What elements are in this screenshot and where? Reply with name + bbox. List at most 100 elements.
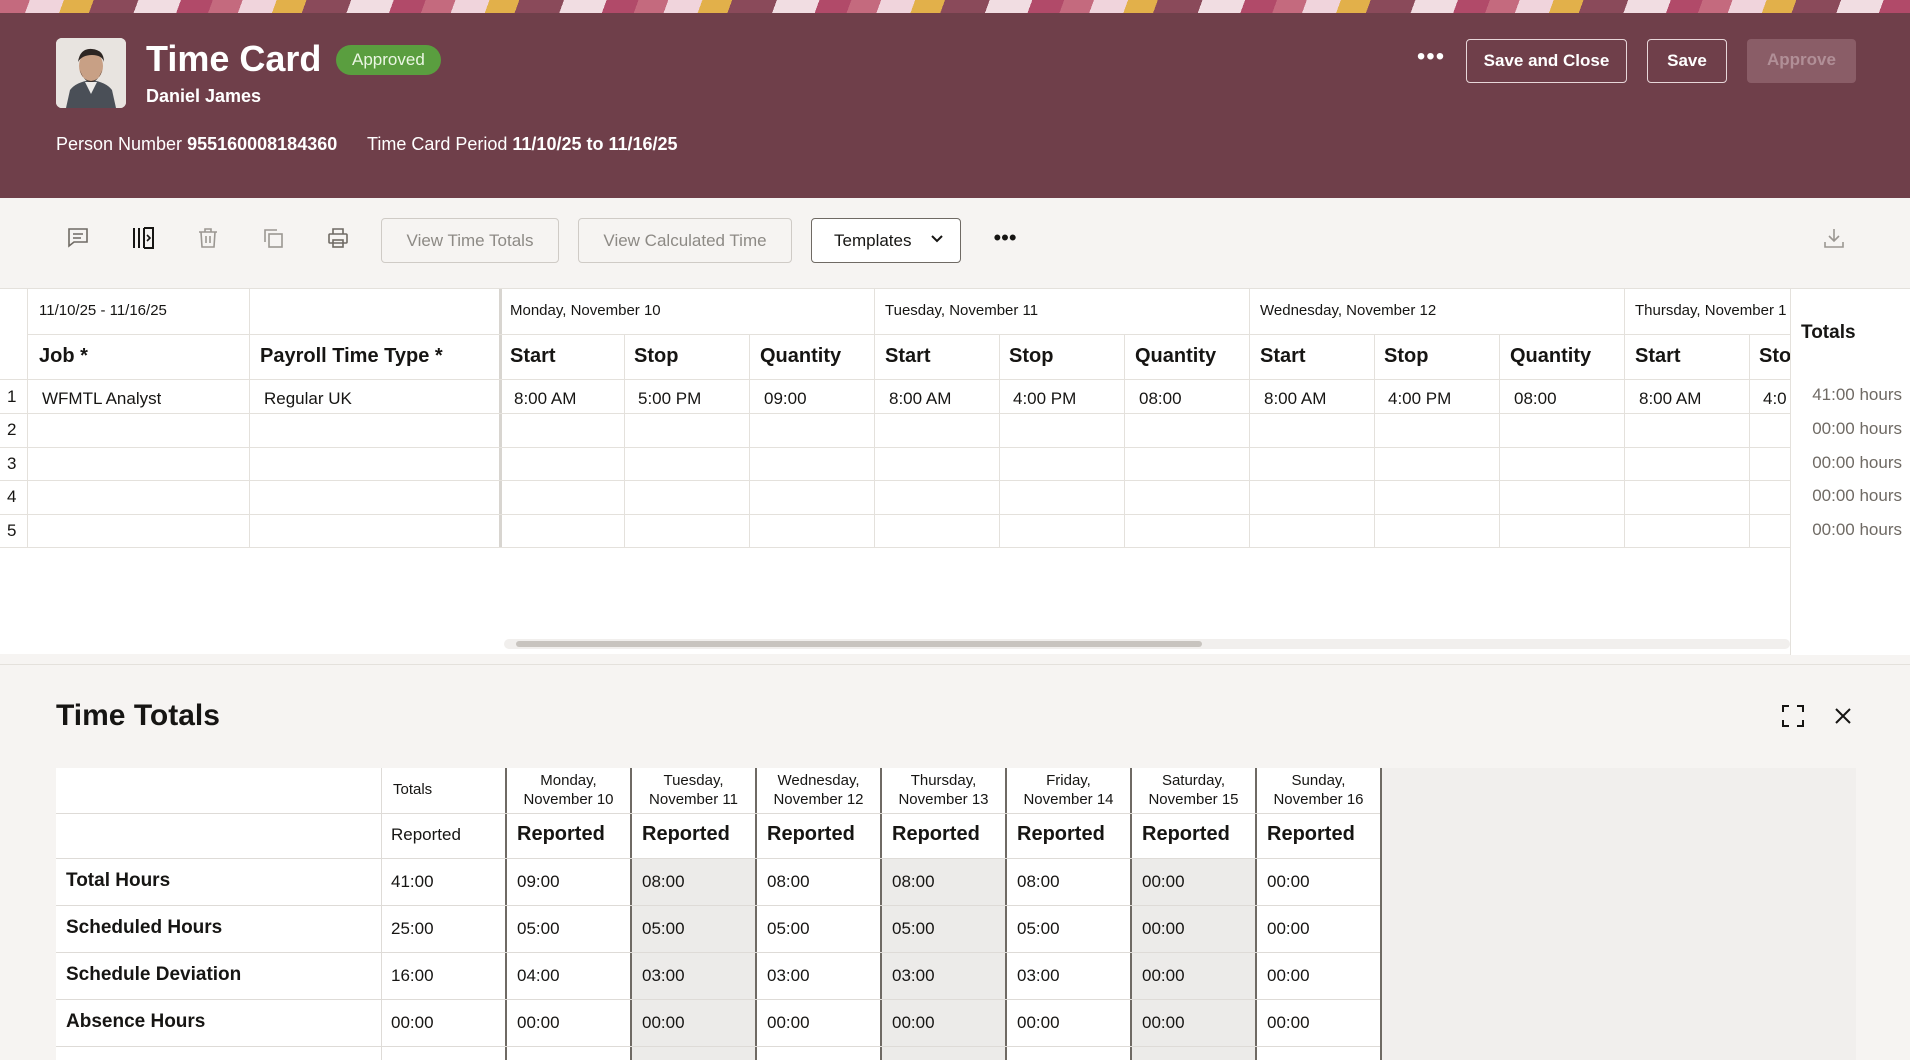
frozen-column-divider (499, 289, 502, 547)
job-cell[interactable]: WFMTL Analyst (42, 389, 161, 409)
row-number: 5 (7, 521, 17, 540)
stop-time-cell[interactable]: 5:00 PM (638, 389, 701, 409)
day-header: Sunday, November 16 (1273, 772, 1364, 808)
payroll-time-type-column-header[interactable]: Payroll Time Type * (260, 345, 443, 368)
time-totals-table: Totals Reported Monday, November 10 Tuesd… (56, 768, 1856, 1060)
day-header: Saturday, November 15 (1148, 772, 1239, 808)
table-divider (381, 768, 382, 1060)
row-label-absence-hours: Absence Hours (66, 1011, 206, 1032)
day-value: 00:00 (1267, 872, 1310, 891)
header-pattern (0, 0, 1910, 13)
scrollbar-thumb[interactable] (516, 641, 1202, 647)
day-value: 09:00 (517, 872, 560, 891)
day-header-thursday: Thursday, November 1 (1635, 302, 1787, 319)
table-divider (1005, 768, 1007, 1060)
day-value: 05:00 (517, 919, 560, 938)
row-total: 00:00 hours (1812, 486, 1902, 505)
day-value: 08:00 (892, 872, 935, 891)
reported-header: Reported (1142, 823, 1230, 845)
expand-icon[interactable] (1778, 701, 1808, 731)
totals-header: Totals (393, 781, 433, 798)
day-header: Monday, November 10 (523, 772, 614, 808)
quantity-cell[interactable]: 09:00 (764, 389, 807, 409)
table-divider (56, 858, 1380, 859)
header-more-actions-button[interactable]: ••• (1414, 45, 1448, 76)
day-value: 00:00 (892, 1013, 935, 1032)
start-time-cell[interactable]: 8:00 AM (889, 389, 951, 409)
stop-time-cell[interactable]: 4:00 PM (1388, 389, 1451, 409)
row-label-scheduled-hours: Scheduled Hours (66, 917, 223, 938)
table-divider (630, 768, 632, 1060)
day-header-monday: Monday, November 10 (510, 302, 661, 319)
day-header: Thursday, November 13 (898, 772, 989, 808)
grid-totals-column: Totals 41:00 hours 00:00 hours 00:00 hou… (1790, 289, 1910, 655)
save-and-close-button[interactable]: Save and Close (1466, 39, 1627, 83)
payroll-time-type-cell[interactable]: Regular UK (264, 389, 352, 409)
row-number: 1 (7, 387, 17, 406)
templates-dropdown[interactable]: Templates (811, 218, 961, 263)
freeze-columns-icon[interactable] (127, 222, 159, 254)
day-value: 05:00 (1017, 919, 1060, 938)
toolbar-more-button[interactable]: ••• (988, 222, 1022, 254)
start-column-header: Start (885, 345, 931, 367)
quantity-cell[interactable]: 08:00 (1139, 389, 1182, 409)
job-column-header[interactable]: Job * (39, 345, 88, 368)
horizontal-scrollbar[interactable] (504, 639, 1790, 649)
copy-icon[interactable] (257, 222, 289, 254)
start-column-header: Start (510, 345, 556, 367)
day-value: 00:00 (642, 1013, 685, 1032)
reported-header: Reported (767, 823, 855, 845)
stop-column-header: Stop (1009, 345, 1054, 367)
status-badge: Approved (336, 45, 441, 75)
avatar (56, 38, 126, 108)
day-value: 00:00 (1267, 919, 1310, 938)
day-value: 00:00 (1142, 919, 1185, 938)
table-divider (56, 999, 1380, 1000)
start-column-header: Start (1260, 345, 1306, 367)
save-button[interactable]: Save (1647, 39, 1727, 83)
day-value: 03:00 (767, 966, 810, 985)
delete-icon[interactable] (192, 222, 224, 254)
day-header: Wednesday, November 12 (773, 772, 864, 808)
download-icon[interactable] (1818, 222, 1850, 254)
day-value: 08:00 (642, 872, 685, 891)
approve-button[interactable]: Approve (1747, 39, 1856, 83)
start-time-cell[interactable]: 8:00 AM (1639, 389, 1701, 409)
stop-column-header: Sto (1759, 345, 1790, 367)
day-header-wednesday: Wednesday, November 12 (1260, 302, 1437, 319)
table-divider (505, 768, 507, 1060)
row-label-total-hours: Total Hours (66, 870, 171, 891)
print-icon[interactable] (322, 222, 354, 254)
table-divider (56, 813, 1380, 814)
row-total: 00:00 hours (1812, 453, 1902, 472)
table-divider (880, 768, 882, 1060)
person-number: Person Number 955160008184360 (56, 134, 337, 155)
view-time-totals-button[interactable]: View Time Totals (381, 218, 559, 263)
totals-column-header: Totals (1801, 322, 1856, 343)
row-number: 2 (7, 420, 17, 439)
start-time-cell[interactable]: 8:00 AM (514, 389, 576, 409)
reported-header: Reported (1017, 823, 1105, 845)
quantity-cell[interactable]: 08:00 (1514, 389, 1557, 409)
period-value: 11/10/25 to 11/16/25 (512, 134, 678, 154)
stop-time-cell[interactable]: 4:00 PM (1013, 389, 1076, 409)
close-icon[interactable] (1828, 701, 1858, 731)
table-divider (755, 768, 757, 1060)
day-header-tuesday: Tuesday, November 11 (885, 302, 1039, 319)
row-label-schedule-deviation: Schedule Deviation (66, 964, 242, 985)
person-number-value: 955160008184360 (187, 134, 338, 154)
stop-time-cell[interactable]: 4:0 (1763, 389, 1790, 409)
day-value: 08:00 (1017, 872, 1060, 891)
grid-divider (1499, 334, 1500, 547)
day-value: 03:00 (642, 966, 685, 985)
start-column-header: Start (1635, 345, 1681, 367)
toolbar: View Time Totals View Calculated Time Te… (0, 198, 1910, 288)
stop-column-header: Stop (634, 345, 679, 367)
time-entry-grid: 11/10/25 - 11/16/25 Monday, November 10 … (0, 288, 1910, 655)
day-value: 05:00 (767, 919, 810, 938)
view-calculated-time-button[interactable]: View Calculated Time (578, 218, 792, 263)
day-value: 00:00 (1142, 1013, 1185, 1032)
comment-icon[interactable] (62, 222, 94, 254)
total-value: 25:00 (391, 919, 434, 938)
start-time-cell[interactable]: 8:00 AM (1264, 389, 1326, 409)
